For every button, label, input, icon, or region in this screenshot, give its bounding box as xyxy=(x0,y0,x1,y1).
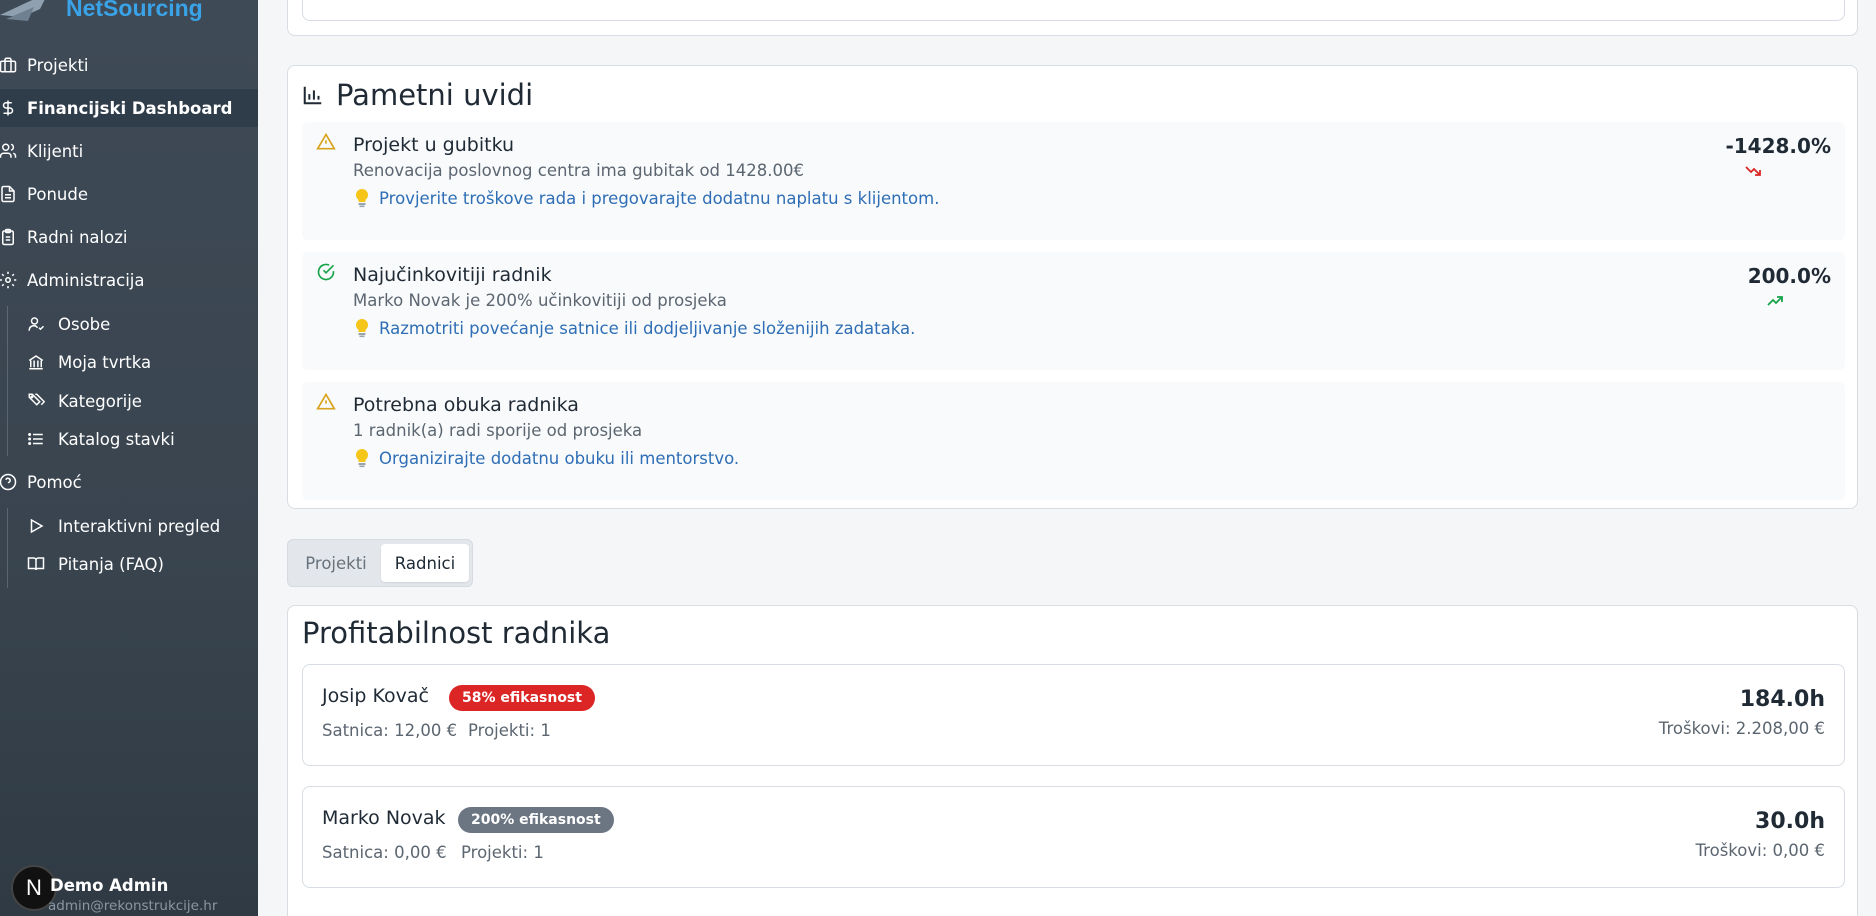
list-icon xyxy=(26,429,46,449)
insights-card: Pametni uvidi Projekt u gubitku Renovaci… xyxy=(287,65,1858,509)
submenu-divider xyxy=(7,306,8,456)
sidebar-item-label: Administracija xyxy=(27,270,145,290)
user-icon xyxy=(26,314,46,334)
sidebar-item-label: Ponude xyxy=(27,184,88,204)
insight-value: 200.0% xyxy=(1747,264,1831,288)
sidebar-item-label: Pomoć xyxy=(27,472,82,492)
worker-row[interactable]: Marko Novak 200% efikasnost Satnica: 0,0… xyxy=(302,786,1845,888)
tags-icon xyxy=(26,391,46,411)
warning-icon xyxy=(316,132,336,152)
submenu-divider xyxy=(7,508,8,588)
insight-value: -1428.0% xyxy=(1725,134,1831,158)
sidebar-subitem-kategorije[interactable]: Kategorije xyxy=(26,384,258,418)
worker-row[interactable]: Josip Kovač 58% efikasnost Satnica: 12,0… xyxy=(302,664,1845,766)
sidebar-subitem-label: Osobe xyxy=(58,314,111,334)
tab-radnici[interactable]: Radnici xyxy=(381,544,469,582)
sidebar-item-radni-nalozi[interactable]: Radni nalozi xyxy=(0,218,258,256)
workers-card: Profitabilnost radnika Josip Kovač 58% e… xyxy=(287,605,1858,916)
play-icon xyxy=(26,516,46,536)
book-icon xyxy=(26,554,46,574)
worker-name: Marko Novak xyxy=(322,807,446,829)
sidebar-item-label: Klijenti xyxy=(27,141,84,161)
sidebar-item-pomoc[interactable]: Pomoć xyxy=(0,463,258,501)
insight-tip: Organizirajte dodatnu obuku ili mentorst… xyxy=(353,448,739,468)
worker-hours: 30.0h xyxy=(1755,809,1825,834)
brand[interactable]: NetSourcing xyxy=(0,0,203,24)
insight-title: Najučinkovitiji radnik xyxy=(353,264,552,286)
document-icon xyxy=(0,184,18,204)
worker-name: Josip Kovač xyxy=(322,685,429,707)
view-tabs: Projekti Radnici xyxy=(287,539,473,587)
sidebar-subitem-moja-tvrtka[interactable]: Moja tvrtka xyxy=(26,345,258,379)
sidebar-item-klijenti[interactable]: Klijenti xyxy=(0,132,258,170)
insight-item: Najučinkovitiji radnik Marko Novak je 20… xyxy=(302,252,1845,370)
insight-description: Marko Novak je 200% učinkovitiji od pros… xyxy=(353,291,727,310)
lightbulb-icon xyxy=(353,318,371,338)
sidebar-item-projekti[interactable]: Projekti xyxy=(0,46,258,84)
sidebar-subitem-label: Kategorije xyxy=(58,391,142,411)
tab-projekti[interactable]: Projekti xyxy=(292,544,380,582)
brand-name: NetSourcing xyxy=(66,0,203,21)
sidebar-item-label: Radni nalozi xyxy=(27,227,128,247)
user-email: admin@rekonstrukcije.hr xyxy=(48,898,218,914)
worker-cost: Troškovi: 2.208,00 € xyxy=(1658,719,1825,738)
sidebar-subitem-label: Moja tvrtka xyxy=(58,352,152,372)
worker-hours: 184.0h xyxy=(1739,687,1825,712)
bar-chart-icon xyxy=(302,84,324,106)
insight-title: Projekt u gubitku xyxy=(353,134,515,156)
sidebar-subitem-katalog-stavki[interactable]: Katalog stavki xyxy=(26,422,258,456)
insight-tip-text: Provjerite troškove rada i pregovarajte … xyxy=(379,188,940,208)
trend-up-icon xyxy=(1767,292,1783,306)
insight-item: Potrebna obuka radnika 1 radnik(a) radi … xyxy=(302,382,1845,500)
user-name: Demo Admin xyxy=(50,876,169,895)
warning-icon xyxy=(316,392,336,412)
insight-description: Renovacija poslovnog centra ima gubitak … xyxy=(353,161,804,180)
sidebar-subitem-osobe[interactable]: Osobe xyxy=(26,307,258,341)
efficiency-badge: 58% efikasnost xyxy=(449,685,595,711)
clipboard-icon xyxy=(0,227,18,247)
sidebar-item-administracija[interactable]: Administracija xyxy=(0,261,258,299)
insight-title: Potrebna obuka radnika xyxy=(353,394,579,416)
lightbulb-icon xyxy=(353,188,371,208)
sidebar-item-label: Financijski Dashboard xyxy=(27,98,233,118)
users-icon xyxy=(0,141,18,161)
insight-tip-text: Organizirajte dodatnu obuku ili mentorst… xyxy=(379,448,740,468)
previous-card-inner xyxy=(302,0,1845,21)
efficiency-badge: 200% efikasnost xyxy=(458,807,614,833)
worker-rate: Satnica: 0,00 € xyxy=(322,843,447,862)
logo-icon xyxy=(0,0,52,23)
worker-projects: Projekti: 1 xyxy=(461,843,544,862)
sidebar-subitem-label: Katalog stavki xyxy=(58,429,175,449)
sidebar-subitem-faq[interactable]: Pitanja (FAQ) xyxy=(26,547,258,581)
help-circle-icon xyxy=(0,472,18,492)
insights-title: Pametni uvidi xyxy=(302,78,533,112)
dollar-icon xyxy=(0,98,18,118)
sidebar-item-label: Projekti xyxy=(27,55,89,75)
trend-down-icon xyxy=(1745,162,1761,176)
insights-title-text: Pametni uvidi xyxy=(336,78,534,112)
workers-title: Profitabilnost radnika xyxy=(302,616,611,650)
insight-description: 1 radnik(a) radi sporije od prosjeka xyxy=(353,421,643,440)
sidebar-subitem-label: Interaktivni pregled xyxy=(58,516,221,536)
worker-cost: Troškovi: 0,00 € xyxy=(1695,841,1825,860)
sidebar-subitem-interaktivni-pregled[interactable]: Interaktivni pregled xyxy=(26,509,258,543)
sidebar: NetSourcing Projekti Financijski Dashboa… xyxy=(0,0,258,916)
insight-item: Projekt u gubitku Renovacija poslovnog c… xyxy=(302,122,1845,240)
bank-icon xyxy=(26,352,46,372)
insight-tip-text: Razmotriti povećanje satnice ili dodjelj… xyxy=(379,318,916,338)
insight-tip: Provjerite troškove rada i pregovarajte … xyxy=(353,188,939,208)
sidebar-item-ponude[interactable]: Ponude xyxy=(0,175,258,213)
sidebar-subitem-label: Pitanja (FAQ) xyxy=(58,554,164,574)
lightbulb-icon xyxy=(353,448,371,468)
worker-projects: Projekti: 1 xyxy=(468,721,551,740)
briefcase-icon xyxy=(0,55,18,75)
main-content: Pametni uvidi Projekt u gubitku Renovaci… xyxy=(258,0,1876,916)
gear-icon xyxy=(0,270,18,290)
worker-rate: Satnica: 12,00 € xyxy=(322,721,458,740)
insight-tip: Razmotriti povećanje satnice ili dodjelj… xyxy=(353,318,915,338)
sidebar-item-financijski-dashboard[interactable]: Financijski Dashboard xyxy=(0,89,258,127)
user-profile[interactable]: N Demo Admin admin@rekonstrukcije.hr xyxy=(0,860,258,916)
check-circle-icon xyxy=(316,262,336,282)
previous-card xyxy=(287,0,1858,36)
